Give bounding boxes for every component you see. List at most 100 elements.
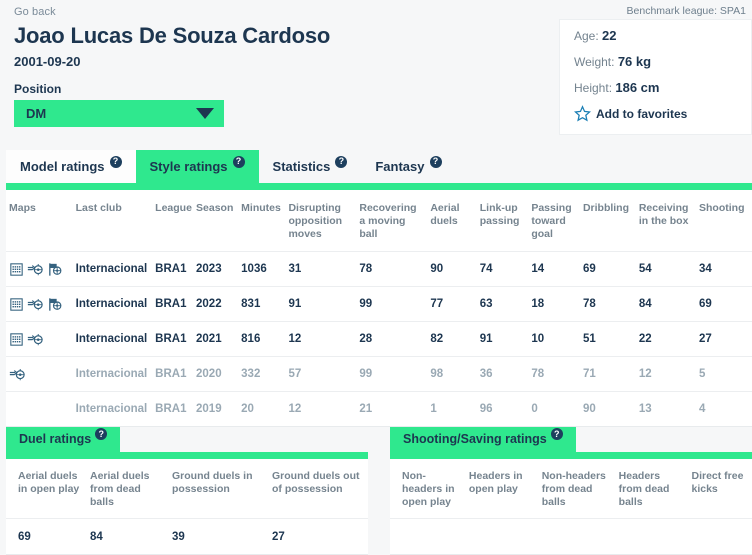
- height-value: 186 cm: [615, 80, 660, 95]
- duel-ratings-tab[interactable]: Duel ratings ?: [6, 427, 121, 452]
- col-season[interactable]: Season: [193, 190, 238, 252]
- value-minutes: 332: [238, 356, 286, 392]
- value-receiving-in-the-box: 84: [635, 286, 697, 322]
- value-passing-toward-goal: 14: [528, 251, 580, 287]
- col-non-headers-in-open-play: Non-headers in open play: [402, 470, 455, 509]
- col-maps[interactable]: Maps: [6, 190, 73, 252]
- value-disrupting-opposition-moves: 57: [285, 356, 357, 392]
- style-ratings-table: Maps Last club League Season Minutes Dis…: [6, 190, 752, 427]
- shooting-saving-ratings-title: Shooting/Saving ratings: [403, 432, 547, 446]
- value-season: 2020: [193, 356, 239, 392]
- value-shooting: 27: [696, 321, 752, 357]
- help-icon[interactable]: ?: [429, 155, 442, 168]
- help-icon[interactable]: ?: [335, 155, 348, 168]
- value-non-headers-in-open-play: [390, 518, 465, 555]
- height-label: Height:: [574, 81, 613, 95]
- value-aerial-duels: 90: [427, 251, 477, 287]
- flag-ball-icon[interactable]: [47, 262, 62, 277]
- age-label: Age:: [574, 29, 599, 43]
- col-link-up-passing[interactable]: Link-up passing: [477, 190, 529, 252]
- value-receiving-in-the-box: 12: [635, 356, 697, 392]
- table-header-row: Maps Last club League Season Minutes Dis…: [6, 190, 752, 252]
- heatmap-grid-icon[interactable]: [9, 262, 24, 277]
- age-row: Age: 22: [574, 28, 751, 43]
- table-row: Internacional BRA1 2023 1036 31 78 90 74 14 69 54 3…: [6, 251, 752, 287]
- table-header-row: Aerial duels in open play Aerial duels f…: [6, 459, 368, 519]
- value-minutes: 20: [238, 391, 286, 427]
- value-league: BRA1: [152, 321, 194, 357]
- col-last-club[interactable]: Last club: [73, 190, 153, 252]
- table-row: Internacional BRA1 2021 816 12 28 82 91 10 51 22 27: [6, 321, 752, 357]
- weight-label: Weight:: [574, 55, 615, 69]
- col-non-headers-from-dead-balls: Non-headers from dead balls: [541, 470, 606, 509]
- value-recovering-a-moving-ball: 21: [356, 391, 428, 427]
- pass-map-icon[interactable]: [27, 262, 44, 277]
- tab-underline-bar: [6, 183, 752, 190]
- col-ground-duels-in-possession: Ground duels in possession: [172, 470, 253, 496]
- col-league[interactable]: League: [152, 190, 193, 252]
- heatmap-grid-icon[interactable]: [9, 332, 24, 347]
- pass-map-icon[interactable]: [27, 297, 44, 312]
- tab-style-ratings[interactable]: Style ratings ?: [135, 150, 259, 183]
- duel-ratings-table: Aerial duels in open play Aerial duels f…: [6, 459, 368, 555]
- shooting-saving-ratings-tab[interactable]: Shooting/Saving ratings ?: [390, 427, 576, 452]
- value-aerial-duels: 82: [427, 321, 477, 357]
- pass-map-icon[interactable]: [27, 332, 44, 347]
- flag-ball-icon[interactable]: [47, 297, 62, 312]
- table-row: [390, 518, 752, 555]
- value-dribbling: 71: [579, 356, 636, 392]
- col-headers-in-open-play: Headers in open play: [468, 470, 523, 496]
- col-recovering-a-moving-ball[interactable]: Recovering a moving ball: [356, 190, 427, 252]
- tab-statistics-label: Statistics: [272, 159, 331, 174]
- col-passing-toward-goal[interactable]: Passing toward goal: [528, 190, 580, 252]
- value-season: 2023: [193, 251, 239, 287]
- value-link-up-passing: 91: [476, 321, 529, 357]
- table-header-row: Non-headers in open play Headers in open…: [390, 459, 752, 519]
- value-recovering-a-moving-ball: 99: [356, 286, 428, 322]
- value-aerial-duels-in-open-play: 69: [6, 518, 86, 555]
- value-passing-toward-goal: 78: [528, 356, 580, 392]
- col-shooting[interactable]: Shooting: [696, 190, 752, 252]
- value-dribbling: 51: [579, 321, 636, 357]
- col-minutes[interactable]: Minutes: [238, 190, 285, 252]
- value-passing-toward-goal: 10: [528, 321, 580, 357]
- tab-fantasy[interactable]: Fantasy ?: [361, 150, 455, 183]
- help-icon[interactable]: ?: [109, 155, 122, 168]
- height-row: Height: 186 cm: [574, 80, 751, 95]
- value-recovering-a-moving-ball: 99: [356, 356, 428, 392]
- position-select[interactable]: DM: [14, 100, 224, 128]
- age-value: 22: [602, 28, 617, 43]
- help-icon[interactable]: ?: [550, 428, 563, 440]
- value-non-headers-from-dead-balls: [537, 518, 615, 555]
- tab-model-ratings-label: Model ratings: [20, 159, 105, 174]
- tab-style-ratings-label: Style ratings: [149, 159, 228, 174]
- add-to-favorites-button[interactable]: Add to favorites: [574, 105, 751, 122]
- pass-map-icon[interactable]: [9, 367, 26, 382]
- value-league: BRA1: [152, 251, 194, 287]
- heatmap-grid-icon[interactable]: [9, 297, 24, 312]
- duel-ratings-bar: [6, 452, 368, 459]
- help-icon[interactable]: ?: [232, 155, 245, 168]
- value-link-up-passing: 96: [476, 391, 529, 427]
- duel-ratings-panel: Duel ratings ? Aerial duels in open play…: [6, 427, 368, 555]
- value-direct-free-kicks: [687, 518, 752, 555]
- value-last-club: Internacional: [72, 286, 153, 322]
- value-aerial-duels: 1: [427, 391, 477, 427]
- tab-model-ratings[interactable]: Model ratings ?: [6, 150, 136, 183]
- help-icon[interactable]: ?: [95, 428, 108, 440]
- weight-value: 76 kg: [617, 54, 652, 69]
- value-shooting: 34: [696, 251, 752, 287]
- col-disrupting-opposition-moves[interactable]: Disrupting opposition moves: [285, 190, 356, 252]
- maps-cell: [6, 286, 73, 322]
- tab-statistics[interactable]: Statistics ?: [259, 150, 362, 183]
- maps-cell: [6, 321, 73, 357]
- value-aerial-duels: 77: [427, 286, 477, 322]
- value-season: 2022: [193, 286, 239, 322]
- value-ground-duels-in-possession: 39: [168, 518, 268, 555]
- col-receiving-in-the-box[interactable]: Receiving in the box: [636, 190, 696, 252]
- value-recovering-a-moving-ball: 28: [356, 321, 428, 357]
- shooting-saving-ratings-panel: Shooting/Saving ratings ? Non-headers in…: [390, 427, 752, 555]
- col-headers-from-dead-balls: Headers from dead balls: [618, 470, 670, 509]
- col-aerial-duels[interactable]: Aerial duels: [427, 190, 476, 252]
- col-dribbling[interactable]: Dribbling: [580, 190, 636, 252]
